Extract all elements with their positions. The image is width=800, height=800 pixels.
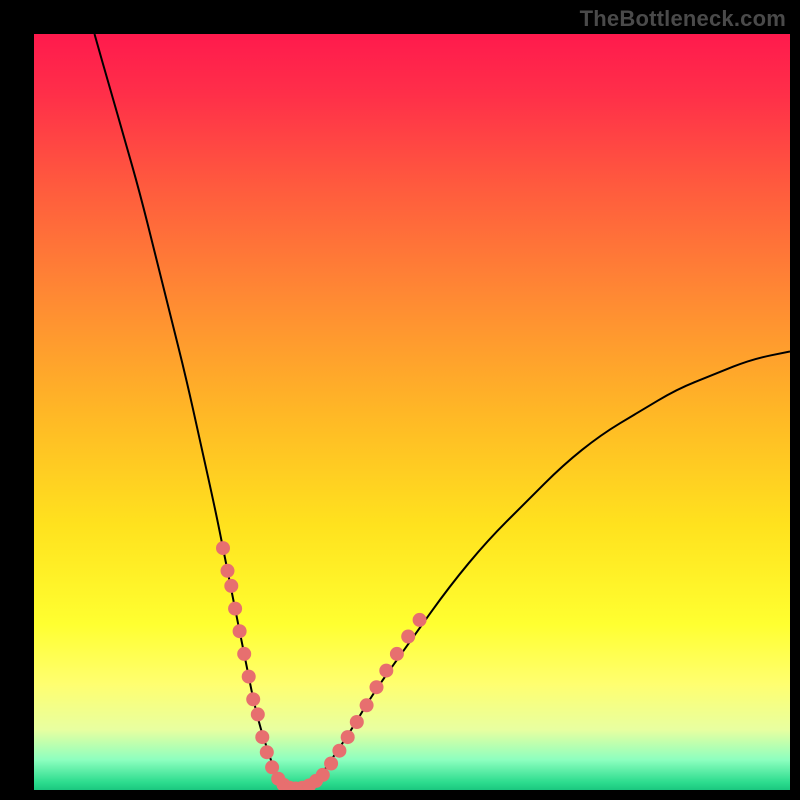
data-point	[221, 564, 235, 578]
bottleneck-curve	[95, 34, 791, 790]
data-point	[401, 630, 415, 644]
data-markers	[216, 541, 427, 790]
chart-frame: TheBottleneck.com	[0, 0, 800, 800]
watermark-text: TheBottleneck.com	[580, 6, 786, 32]
data-point	[246, 692, 260, 706]
data-point	[379, 664, 393, 678]
chart-svg	[34, 34, 790, 790]
data-point	[413, 613, 427, 627]
data-point	[324, 757, 338, 771]
data-point	[341, 730, 355, 744]
data-point	[350, 715, 364, 729]
data-point	[224, 579, 238, 593]
data-point	[255, 730, 269, 744]
data-point	[316, 768, 330, 782]
data-point	[237, 647, 251, 661]
data-point	[332, 744, 346, 758]
data-point	[216, 541, 230, 555]
data-point	[228, 602, 242, 616]
data-point	[233, 624, 247, 638]
data-point	[360, 698, 374, 712]
data-point	[251, 707, 265, 721]
data-point	[370, 680, 384, 694]
data-point	[242, 670, 256, 684]
data-point	[390, 647, 404, 661]
plot-area	[34, 34, 790, 790]
data-point	[260, 745, 274, 759]
